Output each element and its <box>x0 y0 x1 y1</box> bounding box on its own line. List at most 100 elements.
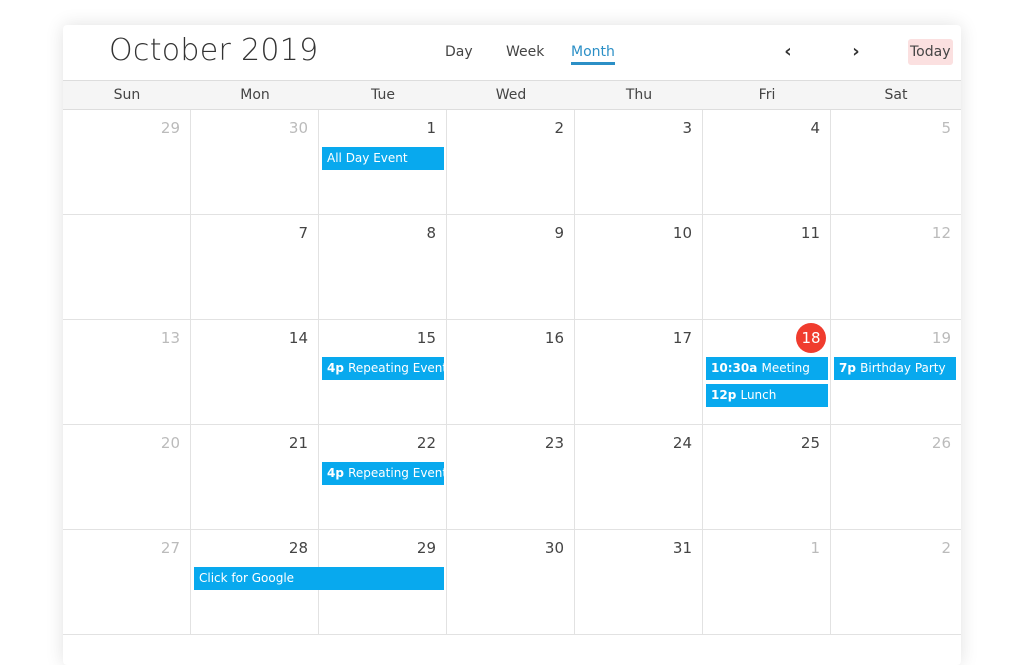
day-cell[interactable]: 9 <box>447 215 575 319</box>
day-number[interactable]: 1 <box>810 539 820 557</box>
event-title: Repeating Event <box>348 466 444 480</box>
calendar-event[interactable]: 10:30a Meeting <box>706 357 828 380</box>
calendar-event[interactable]: Click for Google <box>194 567 444 590</box>
calendar-event[interactable]: 4p Repeating Event <box>322 462 444 485</box>
event-time: 4p <box>327 361 349 375</box>
day-number[interactable]: 3 <box>682 119 692 137</box>
today-date-badge[interactable]: 18 <box>796 323 826 353</box>
prev-button[interactable]: ‹ <box>778 41 798 63</box>
tab-week[interactable]: Week <box>506 44 544 60</box>
day-number[interactable]: 28 <box>289 539 308 557</box>
day-number[interactable]: 30 <box>289 119 308 137</box>
day-number[interactable]: 12 <box>932 224 951 242</box>
day-cell[interactable]: 23 <box>447 425 575 529</box>
day-number[interactable]: 14 <box>289 329 308 347</box>
weekday-wed: Wed <box>495 87 527 103</box>
event-title: Meeting <box>761 361 810 375</box>
calendar-event[interactable]: 7p Birthday Party <box>834 357 956 380</box>
day-number[interactable]: 21 <box>289 434 308 452</box>
day-number[interactable]: 5 <box>941 119 951 137</box>
day-cell[interactable]: 13 <box>63 320 191 424</box>
day-cell[interactable]: 21 <box>191 425 319 529</box>
day-cell[interactable]: 8 <box>319 215 447 319</box>
day-number[interactable]: 16 <box>545 329 564 347</box>
day-number[interactable]: 30 <box>545 539 564 557</box>
day-number[interactable]: 1 <box>426 119 436 137</box>
week-row: 7 8 9 10 11 12 <box>63 215 961 320</box>
day-cell[interactable]: 16 <box>447 320 575 424</box>
weekday-sat: Sat <box>884 87 908 103</box>
calendar: October 2019 Day Week Month ‹ › Today Su… <box>63 25 961 665</box>
day-number[interactable]: 4 <box>810 119 820 137</box>
event-title: Birthday Party <box>860 361 946 375</box>
day-cell[interactable]: 11 <box>703 215 831 319</box>
day-number[interactable]: 9 <box>554 224 564 242</box>
month-grid: 29 30 1 2 3 4 5 7 8 9 10 11 12 13 14 15 16 17 18 19 20 21 22 23… <box>63 110 961 635</box>
day-number[interactable]: 7 <box>298 224 308 242</box>
day-number[interactable]: 23 <box>545 434 564 452</box>
tab-month[interactable]: Month <box>571 44 615 65</box>
day-cell[interactable]: 27 <box>63 530 191 634</box>
day-number[interactable]: 15 <box>417 329 436 347</box>
day-cell[interactable]: 5 <box>831 110 961 214</box>
day-number[interactable]: 11 <box>801 224 820 242</box>
weekday-fri: Fri <box>758 87 776 103</box>
day-number[interactable]: 31 <box>673 539 692 557</box>
day-number[interactable]: 26 <box>932 434 951 452</box>
calendar-event[interactable]: 4p Repeating Event <box>322 357 444 380</box>
next-button[interactable]: › <box>846 41 866 63</box>
day-number[interactable]: 22 <box>417 434 436 452</box>
day-cell[interactable] <box>63 215 191 319</box>
weekday-sun: Sun <box>113 87 141 103</box>
day-cell[interactable]: 24 <box>575 425 703 529</box>
day-cell[interactable]: 10 <box>575 215 703 319</box>
day-number[interactable]: 8 <box>426 224 436 242</box>
day-cell[interactable]: 7 <box>191 215 319 319</box>
event-time: 7p <box>839 361 861 375</box>
weekday-tue: Tue <box>371 87 395 103</box>
day-number[interactable]: 29 <box>161 119 180 137</box>
day-cell[interactable]: 25 <box>703 425 831 529</box>
day-number[interactable]: 20 <box>161 434 180 452</box>
day-cell[interactable]: 12 <box>831 215 961 319</box>
event-time: 4p <box>327 466 349 480</box>
tab-day[interactable]: Day <box>445 44 473 60</box>
week-row: 20 21 22 23 24 25 26 <box>63 425 961 530</box>
calendar-event[interactable]: 12p Lunch <box>706 384 828 407</box>
event-title: All Day Event <box>327 151 408 165</box>
day-cell[interactable]: 3 <box>575 110 703 214</box>
day-cell[interactable]: 20 <box>63 425 191 529</box>
calendar-event[interactable]: All Day Event <box>322 147 444 170</box>
weekday-header: Sun Mon Tue Wed Thu Fri Sat <box>63 80 961 110</box>
day-number[interactable]: 19 <box>932 329 951 347</box>
day-cell[interactable]: 2 <box>447 110 575 214</box>
day-cell[interactable]: 4 <box>703 110 831 214</box>
day-number[interactable]: 29 <box>417 539 436 557</box>
event-time: 12p <box>711 388 741 402</box>
day-number[interactable]: 27 <box>161 539 180 557</box>
day-cell[interactable]: 31 <box>575 530 703 634</box>
day-number[interactable]: 25 <box>801 434 820 452</box>
day-cell[interactable]: 30 <box>191 110 319 214</box>
chevron-right-icon: › <box>852 41 860 62</box>
day-number[interactable]: 2 <box>941 539 951 557</box>
day-cell[interactable]: 14 <box>191 320 319 424</box>
event-title: Lunch <box>740 388 777 402</box>
event-time: 10:30a <box>711 361 762 375</box>
month-title: October 2019 <box>109 33 319 68</box>
day-cell[interactable]: 17 <box>575 320 703 424</box>
weekday-mon: Mon <box>240 87 270 103</box>
day-number[interactable]: 13 <box>161 329 180 347</box>
calendar-toolbar: October 2019 Day Week Month ‹ › Today <box>63 25 961 80</box>
day-cell[interactable]: 26 <box>831 425 961 529</box>
chevron-left-icon: ‹ <box>784 41 792 62</box>
day-number[interactable]: 17 <box>673 329 692 347</box>
day-cell[interactable]: 2 <box>831 530 961 634</box>
day-cell[interactable]: 1 <box>703 530 831 634</box>
day-cell[interactable]: 29 <box>63 110 191 214</box>
day-number[interactable]: 10 <box>673 224 692 242</box>
day-number[interactable]: 2 <box>554 119 564 137</box>
today-button[interactable]: Today <box>908 39 953 65</box>
day-cell[interactable]: 30 <box>447 530 575 634</box>
day-number[interactable]: 24 <box>673 434 692 452</box>
